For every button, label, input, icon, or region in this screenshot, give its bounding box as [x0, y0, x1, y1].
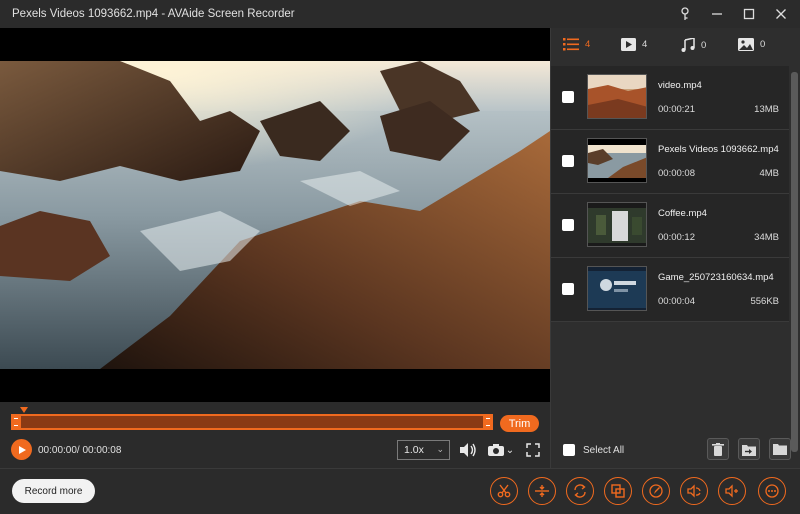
window-controls	[674, 0, 792, 28]
tab-audio[interactable]: 0	[681, 38, 706, 52]
select-all[interactable]: Select All	[563, 444, 624, 456]
folder-icon	[773, 444, 787, 455]
window-title: Pexels Videos 1093662.mp4 - AVAide Scree…	[12, 8, 295, 20]
more-tools-button[interactable]	[758, 477, 786, 505]
more-icon	[765, 484, 779, 498]
import-file-button[interactable]	[738, 438, 760, 460]
key-icon[interactable]	[674, 3, 696, 25]
file-thumbnail	[587, 74, 647, 119]
list-icon	[563, 38, 579, 51]
playback-speed-select[interactable]: 1.0x ⌄	[397, 440, 450, 460]
tab-image-count: 0	[760, 39, 766, 50]
list-item[interactable]: video.mp4 00:00:21 13MB	[551, 66, 789, 130]
file-name: video.mp4	[658, 80, 702, 91]
file-duration: 00:00:12	[658, 232, 695, 243]
close-button[interactable]	[770, 3, 792, 25]
recording-list-panel: 4 4 0 0 video.mp4 00:00:21 13MB Pexels V…	[550, 28, 800, 468]
merge-icon	[611, 484, 625, 498]
fullscreen-icon[interactable]	[524, 440, 542, 460]
playback-speed-value: 1.0x	[404, 444, 424, 456]
file-checkbox[interactable]	[562, 219, 574, 231]
file-list: video.mp4 00:00:21 13MB Pexels Videos 10…	[551, 66, 789, 322]
delete-button[interactable]	[707, 438, 729, 460]
edit-icon	[649, 484, 663, 498]
media-tabs: 4 4 0 0	[551, 28, 800, 66]
file-size: 556KB	[750, 296, 779, 307]
play-button[interactable]	[11, 439, 32, 460]
file-checkbox[interactable]	[562, 91, 574, 103]
file-checkbox[interactable]	[562, 155, 574, 167]
file-thumbnail	[587, 266, 647, 311]
file-thumbnail	[587, 138, 647, 183]
file-name: Coffee.mp4	[658, 208, 707, 219]
trim-end-handle[interactable]	[483, 414, 493, 430]
convert-tool-button[interactable]	[566, 477, 594, 505]
select-all-label: Select All	[583, 444, 625, 456]
timecode: 00:00:00/ 00:00:08	[38, 445, 122, 456]
tab-audio-count: 0	[701, 39, 707, 51]
file-size: 34MB	[754, 232, 779, 243]
tab-image[interactable]: 0	[738, 38, 765, 51]
trim-tool-button[interactable]	[490, 477, 518, 505]
list-scrollbar[interactable]	[791, 72, 798, 452]
edit-tool-button[interactable]	[642, 477, 670, 505]
maximize-button[interactable]	[738, 3, 760, 25]
title-bar: Pexels Videos 1093662.mp4 - AVAide Scree…	[0, 0, 800, 28]
chevron-down-icon: ⌄	[436, 444, 444, 454]
tab-all-count: 4	[585, 39, 591, 50]
speaker-convert-icon	[687, 484, 701, 498]
snapshot-options-chevron-icon[interactable]: ⌄	[505, 442, 515, 458]
image-icon	[738, 38, 754, 51]
volume-plus-icon	[725, 484, 738, 498]
tab-all[interactable]: 4	[563, 38, 590, 51]
convert-icon	[574, 484, 586, 498]
record-more-button[interactable]: Record more	[12, 479, 95, 503]
tab-video[interactable]: 4	[621, 38, 647, 51]
list-item[interactable]: Coffee.mp4 00:00:12 34MB	[551, 194, 789, 258]
split-tool-button[interactable]	[528, 477, 556, 505]
file-duration: 00:00:04	[658, 296, 695, 307]
list-item[interactable]: Game_250723160634.mp4 00:00:04 556KB	[551, 258, 789, 322]
open-folder-button[interactable]	[769, 438, 791, 460]
play-icon	[18, 445, 26, 454]
video-icon	[621, 38, 636, 51]
file-checkbox[interactable]	[562, 283, 574, 295]
folder-import-icon	[742, 444, 756, 456]
camera-icon[interactable]	[486, 440, 506, 460]
file-size: 13MB	[754, 104, 779, 115]
volume-icon[interactable]	[458, 440, 478, 460]
file-duration: 00:00:21	[658, 104, 695, 115]
trim-start-handle[interactable]	[11, 414, 21, 430]
video-frame	[0, 61, 550, 369]
file-name: Pexels Videos 1093662.mp4	[658, 144, 779, 155]
file-name: Game_250723160634.mp4	[658, 272, 774, 283]
trash-icon	[712, 442, 724, 456]
file-size: 4MB	[759, 168, 779, 179]
music-icon	[681, 38, 695, 52]
minimize-button[interactable]	[706, 3, 728, 25]
list-scrollbar-thumb[interactable]	[791, 72, 798, 452]
timeline-scrubber[interactable]	[11, 414, 493, 430]
merge-tool-button[interactable]	[604, 477, 632, 505]
volume-boost-tool-button[interactable]	[718, 477, 746, 505]
split-icon	[535, 485, 549, 497]
video-preview[interactable]	[0, 28, 550, 402]
scissors-icon	[497, 484, 511, 498]
playhead-marker[interactable]	[20, 407, 28, 413]
tab-video-count: 4	[642, 39, 648, 50]
file-thumbnail	[587, 202, 647, 247]
audio-convert-tool-button[interactable]	[680, 477, 708, 505]
trim-button[interactable]: Trim	[500, 415, 539, 432]
list-item[interactable]: Pexels Videos 1093662.mp4 00:00:08 4MB	[551, 130, 789, 194]
select-all-checkbox[interactable]	[563, 444, 575, 456]
file-duration: 00:00:08	[658, 168, 695, 179]
bottom-toolbar: Record more	[0, 468, 800, 514]
